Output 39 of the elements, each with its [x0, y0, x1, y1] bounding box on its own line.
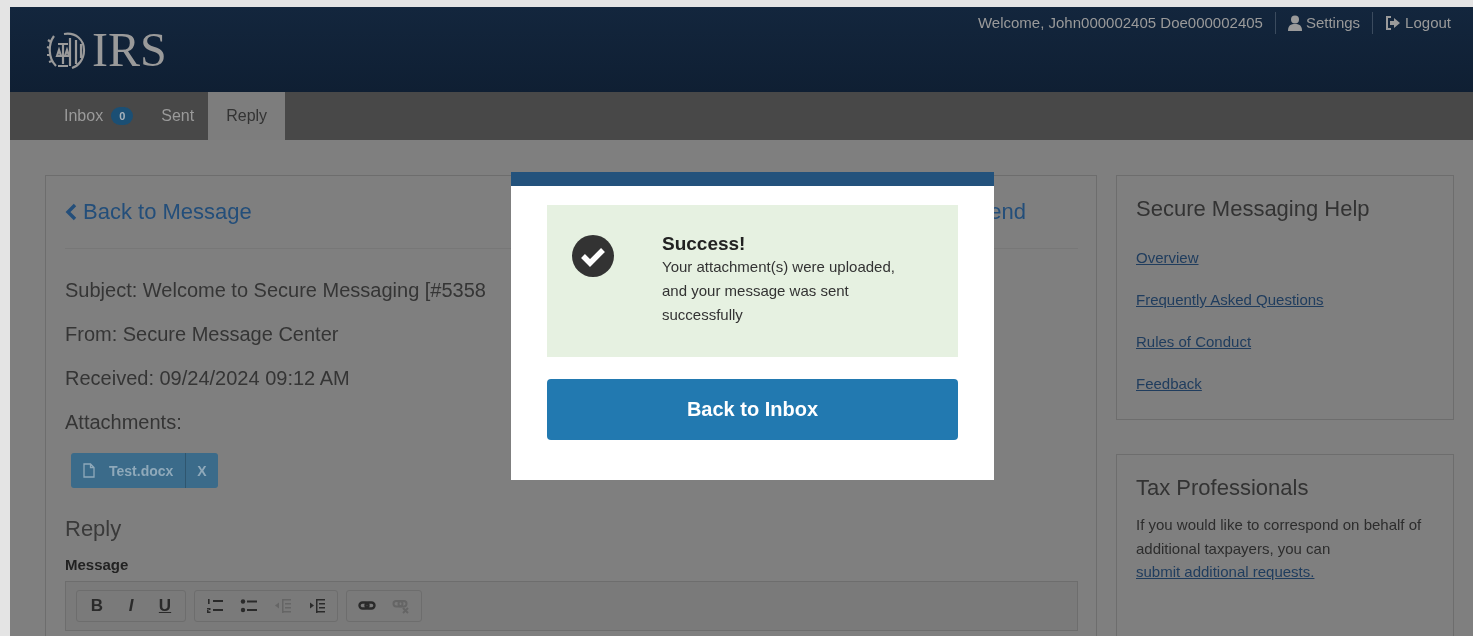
help-title: Secure Messaging Help	[1136, 196, 1370, 222]
success-message: Your attachment(s) were uploaded, and your message was sent successfully	[662, 257, 896, 325]
tax-professionals-text: If you would like to correspond on behalf of additional taxpayers, you can	[1136, 515, 1423, 559]
back-to-inbox-button[interactable]: Back to Inbox	[547, 379, 958, 440]
attachment-name[interactable]: Test.docx	[71, 453, 187, 488]
success-title: Success!	[662, 233, 747, 255]
from-text: From: Secure Message Center	[65, 322, 339, 347]
bullets-list-icon	[240, 598, 258, 614]
nav-tab[interactable]: Reply	[208, 92, 286, 140]
welcome-text: Welcome, John000002405 Doe000002405	[977, 12, 1276, 34]
tax-professionals-title: Tax Professionals	[1136, 475, 1310, 501]
check-circle-icon	[572, 235, 614, 277]
subject-text: Subject: Welcome to Secure Messaging [#5358	[65, 278, 486, 303]
settings-link[interactable]: Settings	[1275, 12, 1373, 34]
message-label: Message	[65, 556, 130, 573]
submit-requests-link[interactable]: submit additional requests.	[1136, 561, 1315, 583]
help-link[interactable]: Rules of Conduct	[1136, 331, 1252, 353]
nav-tab[interactable]: Sent	[147, 92, 209, 140]
help-link[interactable]: Frequently Asked Questions	[1136, 289, 1324, 311]
format-button[interactable]: B	[80, 593, 114, 619]
chevron-left-icon	[65, 203, 77, 221]
format-button[interactable]: U	[148, 593, 182, 619]
help-link[interactable]: Feedback	[1136, 373, 1202, 395]
logout-icon	[1385, 16, 1402, 30]
reply-heading: Reply	[65, 516, 123, 542]
attachments-label: Attachments:	[65, 410, 182, 435]
remove-attachment-button[interactable]: X	[186, 453, 218, 488]
count-badge: 0	[111, 107, 134, 125]
indent-list-icon	[308, 598, 326, 614]
file-icon	[83, 463, 95, 478]
help-link[interactable]: Overview	[1136, 247, 1199, 269]
back-to-message-link[interactable]: Back to Message	[65, 199, 252, 225]
logout-link[interactable]: Logout	[1372, 12, 1451, 34]
format-button[interactable]: I	[114, 593, 148, 619]
numbered-list-icon	[206, 598, 224, 614]
received-text: Received: 09/24/2024 09:12 AM	[65, 366, 350, 391]
nav-tab[interactable]: Inbox 0	[50, 92, 148, 140]
logo-text[interactable]: IRS	[92, 26, 167, 74]
user-icon	[1287, 15, 1302, 31]
